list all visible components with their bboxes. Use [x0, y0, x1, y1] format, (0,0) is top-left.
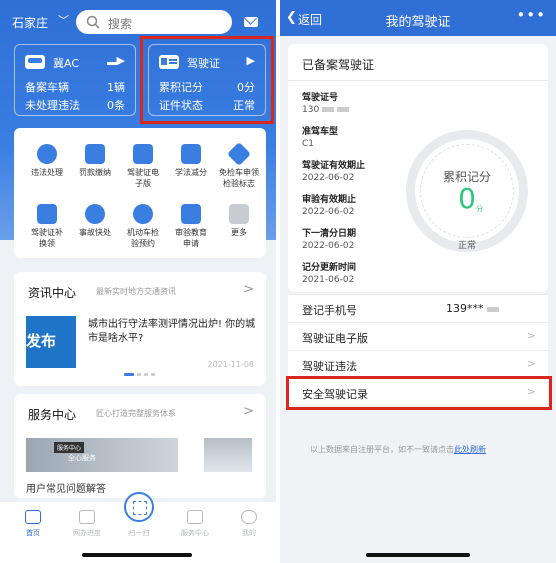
search-input[interactable]: 搜索	[76, 10, 232, 34]
car-icon	[25, 55, 45, 69]
carousel-dots	[124, 366, 164, 376]
nav-bar: ❮ 返回 我的驾驶证 •••	[280, 0, 556, 36]
license-replace-icon	[37, 204, 57, 224]
inspection-badge-icon	[226, 141, 252, 167]
list-item-violations[interactable]: 驾驶证违法 >	[288, 350, 548, 378]
user-icon	[241, 510, 257, 524]
masked-value	[337, 107, 350, 112]
top-bar: 石家庄 ﹀ 搜索	[0, 8, 276, 36]
service-e-license[interactable]: 驾驶证电 子版	[122, 138, 164, 196]
unhandled-violations-value: 0条	[107, 99, 125, 112]
diamond-icon	[187, 510, 203, 524]
city-selector[interactable]: 石家庄	[12, 14, 48, 31]
service-license-replace[interactable]: 驾驶证补 换领	[26, 198, 68, 256]
service-more[interactable]: 更多	[218, 198, 260, 256]
gauge-status: 正常	[457, 241, 476, 251]
news-thumbnail[interactable]: 发布	[26, 316, 76, 368]
monitor-icon	[79, 510, 95, 524]
service-center: 服务中心 匠心打造完整服务体系 > 服务中心 全心服务 用户常见问题解答	[14, 394, 266, 498]
book-icon	[181, 144, 201, 164]
divider	[288, 80, 548, 81]
more-icon[interactable]: •••	[516, 6, 546, 24]
gauge-value: 0	[458, 182, 476, 215]
license-detail-card: 已备案驾驶证 驾驶证号 130 准驾车型 C1 驾驶证有效期止 2022-06-…	[288, 44, 548, 292]
search-icon	[86, 15, 100, 29]
masked-value	[322, 107, 335, 112]
violation-icon	[37, 144, 57, 164]
service-banner-photo[interactable]	[204, 438, 252, 472]
service-center-title: 服务中心	[28, 408, 77, 422]
chevron-right-icon[interactable]: >	[243, 404, 254, 419]
service-review-education[interactable]: 审验教育 申请	[170, 198, 212, 256]
service-violation-handling[interactable]: 违法处理	[26, 138, 68, 196]
service-center-subtitle: 匠心打造完整服务体系	[96, 409, 176, 418]
chevron-right-icon: >	[526, 357, 536, 370]
home-screen: 石家庄 ﹀ 搜索 冀AC ▶ 备案车辆 1辆 未处理违法 0条 驾驶证 ▶ 累积…	[0, 0, 276, 563]
tab-service-center[interactable]: 服务中心	[170, 510, 220, 546]
highlight-frame	[286, 376, 552, 410]
more-grid-icon	[229, 204, 249, 224]
home-indicator	[82, 553, 192, 557]
arrow-right-icon: ▶	[116, 54, 125, 67]
scan-icon[interactable]	[124, 492, 154, 522]
e-license-icon	[133, 144, 153, 164]
service-fine-payment[interactable]: 罚款缴纳	[74, 138, 116, 196]
page-title: 我的驾驶证	[385, 15, 451, 30]
home-indicator	[366, 553, 470, 557]
highlight-frame	[140, 36, 274, 124]
tab-scan[interactable]: 扫一扫	[114, 528, 164, 563]
masked-value	[486, 306, 499, 312]
tab-home[interactable]: 首页	[8, 510, 58, 546]
news-subtitle: 最新实时地方交通资讯	[96, 287, 176, 296]
data-source-note: 以上数据来自注册平台，如不一致请点击此处刷新	[310, 445, 486, 454]
news-title: 资讯中心	[28, 286, 77, 300]
registered-license-heading: 已备案驾驶证	[302, 58, 375, 72]
field-vehicle-class: 准驾车型 C1	[302, 127, 339, 149]
inspection-car-icon	[133, 204, 153, 224]
news-headline[interactable]: 城市出行守法率测评情况出炉! 你的城市是啥水平?	[88, 318, 258, 346]
service-badge: 服务中心	[54, 442, 85, 453]
service-banner[interactable]: 服务中心 全心服务	[26, 438, 178, 472]
service-study-reduce-points[interactable]: 学法减分	[170, 138, 212, 196]
unhandled-violations-label: 未处理违法	[25, 99, 80, 112]
chevron-right-icon[interactable]: >	[243, 282, 254, 297]
chevron-right-icon: >	[526, 329, 536, 342]
faq-link[interactable]: 用户常见问题解答	[26, 480, 106, 495]
receipt-icon	[85, 144, 105, 164]
home-icon	[25, 510, 41, 524]
service-accident-quick[interactable]: 事故快处	[74, 198, 116, 256]
field-next-clear-date: 下一清分日期 2022-06-02	[302, 229, 357, 251]
gauge-unit: 分	[476, 205, 483, 213]
refresh-link[interactable]: 此处刷新	[454, 445, 486, 454]
message-icon[interactable]	[244, 17, 258, 27]
list-item-phone[interactable]: 登记手机号 139***	[288, 294, 548, 322]
vehicle-card[interactable]: 冀AC ▶ 备案车辆 1辆 未处理违法 0条	[14, 44, 136, 116]
registered-vehicles-label: 备案车辆	[25, 81, 69, 94]
service-grid: 违法处理 罚款缴纳 驾驶证电 子版 学法减分 免检车申领 检验标志 驾驶证补 换…	[14, 128, 266, 258]
document-icon	[181, 204, 201, 224]
plate-number: 冀AC	[53, 57, 80, 70]
field-points-updated: 记分更新时间 2021-06-02	[302, 263, 357, 285]
field-review-expiry: 审验有效期止 2022-06-02	[302, 195, 357, 217]
banner-subtitle: 全心服务	[68, 454, 96, 462]
tab-progress[interactable]: 网办进度	[62, 510, 112, 546]
tab-mine[interactable]: 我的	[224, 510, 274, 546]
list-item-e-license[interactable]: 驾驶证电子版 >	[288, 322, 548, 350]
chevron-down-icon[interactable]: ﹀	[58, 12, 69, 28]
service-exempt-inspection[interactable]: 免检车申领 检验标志	[218, 138, 260, 196]
news-center: 资讯中心 最新实时地方交通资讯 > 发布 城市出行守法率测评情况出炉! 你的城市…	[14, 272, 266, 386]
registered-vehicles-value: 1辆	[107, 81, 125, 94]
accident-car-icon	[85, 204, 105, 224]
field-license-number: 驾驶证号 130	[302, 90, 350, 115]
field-license-expiry: 驾驶证有效期止 2022-06-02	[302, 161, 366, 183]
service-vehicle-inspection[interactable]: 机动车检 验预约	[122, 198, 164, 256]
news-date: 2021-11-08	[207, 360, 255, 369]
search-placeholder: 搜索	[108, 17, 133, 31]
masked-plate	[107, 62, 117, 65]
my-license-screen: ❮ 返回 我的驾驶证 ••• 已备案驾驶证 驾驶证号 130 准驾车型 C1 驾…	[280, 0, 556, 563]
